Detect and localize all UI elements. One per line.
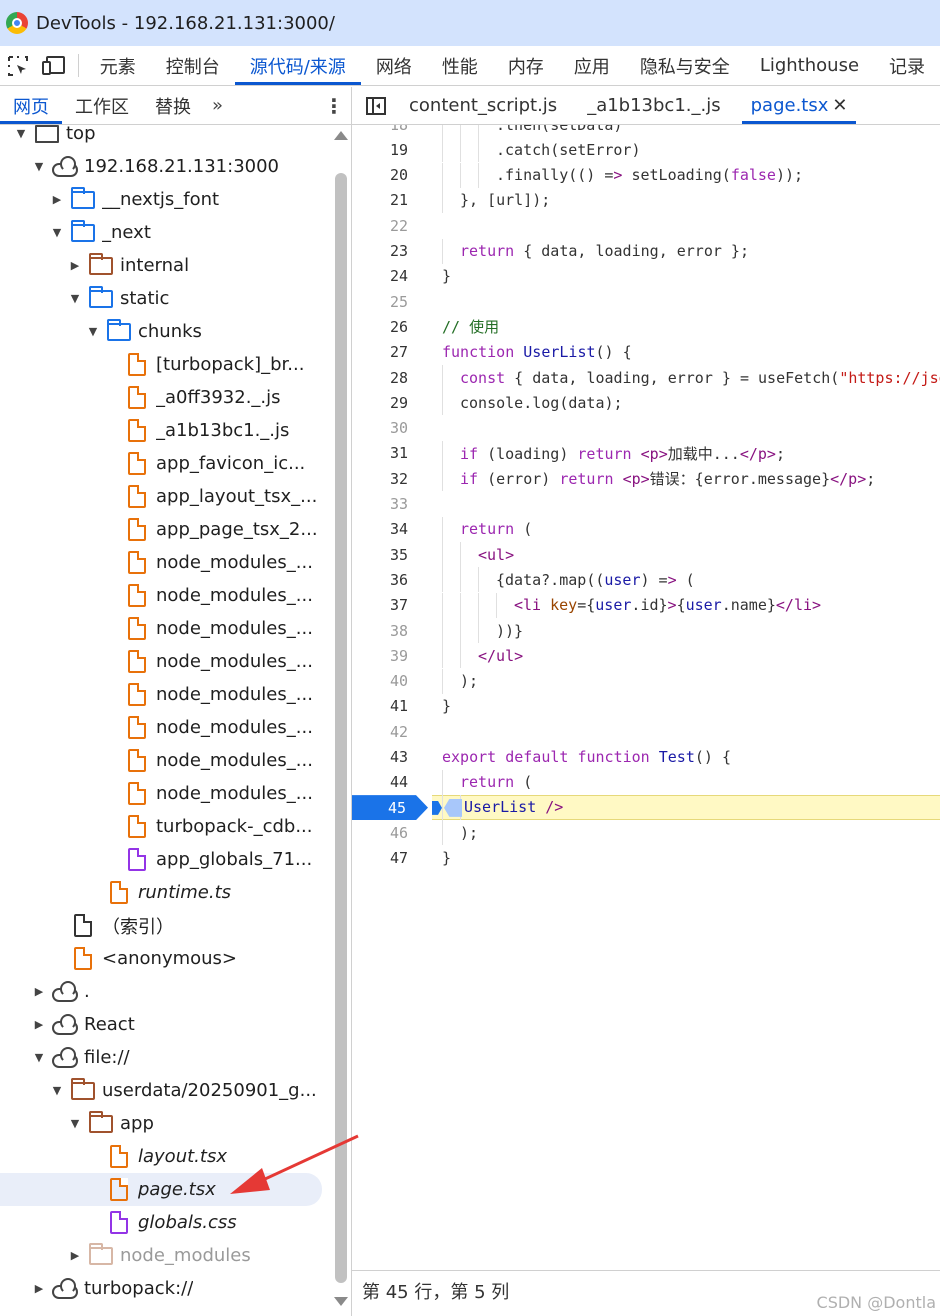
- arrow-line: [249, 1134, 359, 1188]
- cursor-position: 第 45 行，第 5 列: [362, 1281, 510, 1303]
- annotation-arrow: [230, 1134, 359, 1194]
- arrow-head: [230, 1168, 270, 1194]
- watermark: CSDN @Dontla: [816, 1293, 936, 1312]
